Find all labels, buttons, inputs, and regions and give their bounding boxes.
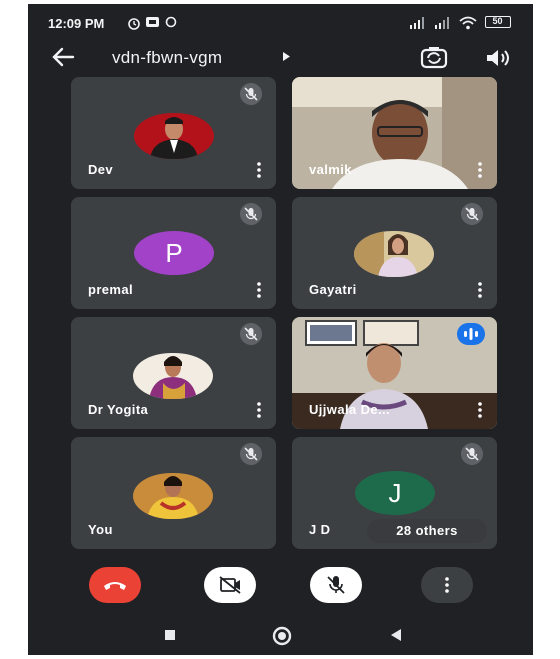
camera-off-icon — [219, 576, 241, 594]
participant-name: J D — [309, 522, 331, 537]
call-header: vdn-fbwn-vgm — [28, 40, 533, 76]
meeting-code[interactable]: vdn-fbwn-vgm — [112, 48, 222, 68]
recents-icon[interactable] — [163, 628, 177, 642]
more-vert-icon[interactable] — [473, 281, 487, 299]
avatar-photo — [133, 473, 213, 519]
participant-name: Gayatri — [309, 282, 357, 297]
mic-off-icon — [240, 443, 262, 465]
status-time: 12:09 PM — [48, 16, 105, 31]
signal-icon — [410, 17, 424, 29]
avatar-letter: J — [355, 471, 435, 515]
avatar-photo — [134, 113, 214, 159]
speaking-indicator — [457, 323, 485, 345]
participant-tile-jd[interactable]: J J D 28 others — [292, 437, 497, 549]
mic-off-icon — [240, 203, 262, 225]
participant-tile-dev[interactable]: Dev — [71, 77, 276, 189]
participant-tile-premal[interactable]: P premal — [71, 197, 276, 309]
home-icon[interactable] — [272, 626, 292, 646]
avatar-photo — [354, 231, 434, 277]
battery-icon: 50 — [485, 16, 511, 28]
participant-name: valmik — [309, 162, 352, 177]
alarm-icon — [128, 18, 140, 30]
mic-off-icon — [461, 203, 483, 225]
more-vert-icon[interactable] — [252, 401, 266, 419]
participant-name: Dr Yogita — [88, 402, 149, 417]
mic-off-icon — [240, 323, 262, 345]
android-nav-bar — [28, 614, 533, 655]
more-vert-icon[interactable] — [473, 401, 487, 419]
wifi-icon — [459, 16, 477, 30]
speaker-icon[interactable] — [483, 45, 513, 71]
camera-toggle-button[interactable] — [204, 567, 256, 603]
more-vert-icon — [445, 577, 449, 593]
message-icon — [146, 17, 159, 27]
more-vert-icon[interactable] — [252, 161, 266, 179]
participant-name: premal — [88, 282, 134, 297]
nav-back-icon[interactable] — [389, 628, 403, 642]
avatar-letter: P — [134, 231, 214, 275]
mic-off-icon — [240, 83, 262, 105]
more-vert-icon[interactable] — [252, 281, 266, 299]
others-count-chip[interactable]: 28 others — [367, 519, 487, 543]
circle-status-icon — [165, 16, 177, 28]
caret-right-icon[interactable] — [282, 51, 291, 62]
switch-camera-icon[interactable] — [419, 45, 449, 71]
mic-off-icon — [327, 576, 345, 594]
participant-tile-valmik[interactable]: valmik — [292, 77, 497, 189]
more-vert-icon[interactable] — [473, 161, 487, 179]
back-arrow-icon[interactable] — [48, 44, 78, 70]
participant-tile-gayatri[interactable]: Gayatri — [292, 197, 497, 309]
participant-name: Ujjwala De... — [309, 402, 391, 417]
participant-name: You — [88, 522, 113, 537]
participant-name: Dev — [88, 162, 114, 177]
mic-toggle-button[interactable] — [310, 567, 362, 603]
participant-tile-ujjwala[interactable]: Ujjwala De... — [292, 317, 497, 429]
end-call-button[interactable] — [89, 567, 141, 603]
phone-end-icon — [104, 582, 126, 590]
battery-level: 50 — [492, 16, 503, 26]
audio-wave-icon — [464, 328, 478, 340]
more-options-button[interactable] — [421, 567, 473, 603]
status-bar: 12:09 PM 50 — [28, 4, 533, 40]
participant-tile-you[interactable]: You — [71, 437, 276, 549]
mic-off-icon — [461, 443, 483, 465]
signal-2-icon — [435, 17, 449, 29]
participant-tile-dr-yogita[interactable]: Dr Yogita — [71, 317, 276, 429]
meet-call-screen: 12:09 PM 50 vdn-fbwn-vgm Dev valmik P pr… — [28, 4, 533, 655]
avatar-photo — [133, 353, 213, 399]
